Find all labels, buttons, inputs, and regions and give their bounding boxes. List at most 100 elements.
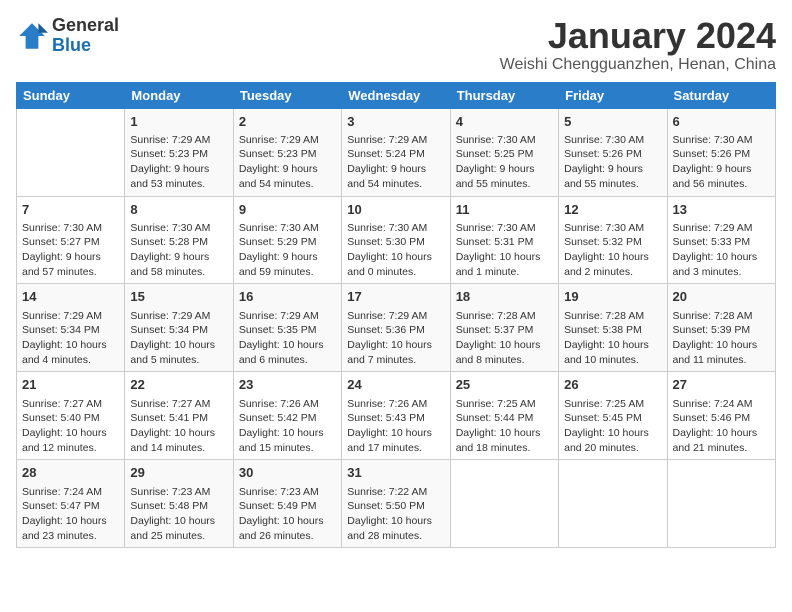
day-number: 9 <box>239 201 336 219</box>
day-number: 28 <box>22 464 119 482</box>
day-info: Sunrise: 7:28 AMSunset: 5:38 PMDaylight:… <box>564 309 661 368</box>
calendar-body: 1 Sunrise: 7:29 AMSunset: 5:23 PMDaylight… <box>17 108 776 548</box>
day-number: 4 <box>456 113 553 131</box>
calendar-cell: 14Sunrise: 7:29 AMSunset: 5:34 PMDayligh… <box>17 284 125 372</box>
calendar-week-row: 7Sunrise: 7:30 AMSunset: 5:27 PMDaylight… <box>17 196 776 284</box>
calendar-cell: 20Sunrise: 7:28 AMSunset: 5:39 PMDayligh… <box>667 284 775 372</box>
day-info: Sunrise: 7:29 AMSunset: 5:23 PMDaylight:… <box>130 133 227 192</box>
day-info: Sunrise: 7:29 AMSunset: 5:34 PMDaylight:… <box>130 309 227 368</box>
day-number: 27 <box>673 376 770 394</box>
day-number: 29 <box>130 464 227 482</box>
day-number: 16 <box>239 288 336 306</box>
calendar-cell: 2 Sunrise: 7:29 AMSunset: 5:23 PMDaylight… <box>233 108 341 196</box>
day-info: Sunrise: 7:25 AMSunset: 5:44 PMDaylight:… <box>456 397 553 456</box>
day-number: 6 <box>673 113 770 131</box>
day-info: Sunrise: 7:30 AMSunset: 5:31 PMDaylight:… <box>456 221 553 280</box>
calendar-cell: 11 Sunrise: 7:30 AMSunset: 5:31 PMDayligh… <box>450 196 558 284</box>
calendar-cell: 26 Sunrise: 7:25 AMSunset: 5:45 PMDayligh… <box>559 372 667 460</box>
day-info: Sunrise: 7:24 AMSunset: 5:47 PMDaylight:… <box>22 485 119 544</box>
day-info: Sunrise: 7:29 AMSunset: 5:24 PMDaylight:… <box>347 133 444 192</box>
day-number: 1 <box>130 113 227 131</box>
day-info: Sunrise: 7:27 AMSunset: 5:41 PMDaylight:… <box>130 397 227 456</box>
calendar-cell <box>17 108 125 196</box>
calendar-cell: 31Sunrise: 7:22 AMSunset: 5:50 PMDayligh… <box>342 460 450 548</box>
day-info: Sunrise: 7:30 AMSunset: 5:28 PMDaylight:… <box>130 221 227 280</box>
calendar-cell: 30Sunrise: 7:23 AMSunset: 5:49 PMDayligh… <box>233 460 341 548</box>
day-number: 15 <box>130 288 227 306</box>
day-number: 8 <box>130 201 227 219</box>
calendar-cell: 10 Sunrise: 7:30 AMSunset: 5:30 PMDayligh… <box>342 196 450 284</box>
day-info: Sunrise: 7:29 AMSunset: 5:23 PMDaylight:… <box>239 133 336 192</box>
calendar-cell: 22Sunrise: 7:27 AMSunset: 5:41 PMDayligh… <box>125 372 233 460</box>
calendar-cell: 4 Sunrise: 7:30 AMSunset: 5:25 PMDaylight… <box>450 108 558 196</box>
calendar-cell: 5 Sunrise: 7:30 AMSunset: 5:26 PMDaylight… <box>559 108 667 196</box>
calendar-cell: 13Sunrise: 7:29 AMSunset: 5:33 PMDayligh… <box>667 196 775 284</box>
calendar-week-row: 28 Sunrise: 7:24 AMSunset: 5:47 PMDayligh… <box>17 460 776 548</box>
calendar-week-row: 14 Sunrise: 7:29 AMSunset: 5:34 PMDayligh… <box>17 284 776 372</box>
logo-text: General Blue <box>52 16 119 56</box>
day-info: Sunrise: 7:28 AMSunset: 5:39 PMDaylight:… <box>673 309 770 368</box>
day-number: 2 <box>239 113 336 131</box>
calendar-title: January 2024 <box>500 16 776 56</box>
day-info: Sunrise: 7:29 AMSunset: 5:35 PMDaylight:… <box>239 309 336 368</box>
day-info: Sunrise: 7:23 AMSunset: 5:49 PMDaylight:… <box>239 485 336 544</box>
calendar-subtitle: Weishi Chengguanzhen, Henan, China <box>500 56 776 74</box>
day-header-wednesday: Wednesday <box>342 82 450 108</box>
calendar-cell: 25 Sunrise: 7:25 AMSunset: 5:44 PMDayligh… <box>450 372 558 460</box>
day-number: 14 <box>22 288 119 306</box>
calendar-week-row: 1 Sunrise: 7:29 AMSunset: 5:23 PMDaylight… <box>17 108 776 196</box>
calendar-cell: 21 Sunrise: 7:27 AMSunset: 5:40 PMDayligh… <box>17 372 125 460</box>
day-info: Sunrise: 7:30 AMSunset: 5:30 PMDaylight:… <box>347 221 444 280</box>
day-number: 12 <box>564 201 661 219</box>
day-info: Sunrise: 7:29 AMSunset: 5:33 PMDaylight:… <box>673 221 770 280</box>
day-info: Sunrise: 7:24 AMSunset: 5:46 PMDaylight:… <box>673 397 770 456</box>
calendar-cell: 18Sunrise: 7:28 AMSunset: 5:37 PMDayligh… <box>450 284 558 372</box>
day-number: 19 <box>564 288 661 306</box>
day-header-friday: Friday <box>559 82 667 108</box>
calendar-cell: 7Sunrise: 7:30 AMSunset: 5:27 PMDaylight… <box>17 196 125 284</box>
day-info: Sunrise: 7:30 AMSunset: 5:26 PMDaylight:… <box>673 133 770 192</box>
day-header-tuesday: Tuesday <box>233 82 341 108</box>
title-block: January 2024 Weishi Chengguanzhen, Henan… <box>500 16 776 74</box>
day-info: Sunrise: 7:30 AMSunset: 5:26 PMDaylight:… <box>564 133 661 192</box>
page-header: General Blue January 2024 Weishi Chenggu… <box>16 16 776 74</box>
day-number: 17 <box>347 288 444 306</box>
calendar-cell: 16 Sunrise: 7:29 AMSunset: 5:35 PMDayligh… <box>233 284 341 372</box>
calendar-cell: 15 Sunrise: 7:29 AMSunset: 5:34 PMDayligh… <box>125 284 233 372</box>
day-info: Sunrise: 7:23 AMSunset: 5:48 PMDaylight:… <box>130 485 227 544</box>
day-header-sunday: Sunday <box>17 82 125 108</box>
day-number: 3 <box>347 113 444 131</box>
day-number: 21 <box>22 376 119 394</box>
calendar-cell: 24 Sunrise: 7:26 AMSunset: 5:43 PMDayligh… <box>342 372 450 460</box>
day-info: Sunrise: 7:28 AMSunset: 5:37 PMDaylight:… <box>456 309 553 368</box>
calendar-cell: 9 Sunrise: 7:30 AMSunset: 5:29 PMDaylight… <box>233 196 341 284</box>
day-number: 26 <box>564 376 661 394</box>
day-number: 24 <box>347 376 444 394</box>
day-info: Sunrise: 7:22 AMSunset: 5:50 PMDaylight:… <box>347 485 444 544</box>
calendar-cell: 1 Sunrise: 7:29 AMSunset: 5:23 PMDaylight… <box>125 108 233 196</box>
day-header-monday: Monday <box>125 82 233 108</box>
calendar-cell: 17 Sunrise: 7:29 AMSunset: 5:36 PMDayligh… <box>342 284 450 372</box>
day-info: Sunrise: 7:30 AMSunset: 5:29 PMDaylight:… <box>239 221 336 280</box>
day-number: 11 <box>456 201 553 219</box>
logo-icon <box>16 20 48 52</box>
day-info: Sunrise: 7:25 AMSunset: 5:45 PMDaylight:… <box>564 397 661 456</box>
day-number: 5 <box>564 113 661 131</box>
day-info: Sunrise: 7:30 AMSunset: 5:32 PMDaylight:… <box>564 221 661 280</box>
day-info: Sunrise: 7:30 AMSunset: 5:27 PMDaylight:… <box>22 221 119 280</box>
calendar-cell: 8 Sunrise: 7:30 AMSunset: 5:28 PMDaylight… <box>125 196 233 284</box>
calendar-cell: 12 Sunrise: 7:30 AMSunset: 5:32 PMDayligh… <box>559 196 667 284</box>
calendar-cell <box>667 460 775 548</box>
calendar-cell <box>559 460 667 548</box>
calendar-cell: 23Sunrise: 7:26 AMSunset: 5:42 PMDayligh… <box>233 372 341 460</box>
day-info: Sunrise: 7:26 AMSunset: 5:42 PMDaylight:… <box>239 397 336 456</box>
day-header-saturday: Saturday <box>667 82 775 108</box>
day-info: Sunrise: 7:30 AMSunset: 5:25 PMDaylight:… <box>456 133 553 192</box>
calendar-cell: 29 Sunrise: 7:23 AMSunset: 5:48 PMDayligh… <box>125 460 233 548</box>
day-info: Sunrise: 7:26 AMSunset: 5:43 PMDaylight:… <box>347 397 444 456</box>
day-info: Sunrise: 7:29 AMSunset: 5:36 PMDaylight:… <box>347 309 444 368</box>
calendar-week-row: 21 Sunrise: 7:27 AMSunset: 5:40 PMDayligh… <box>17 372 776 460</box>
day-info: Sunrise: 7:27 AMSunset: 5:40 PMDaylight:… <box>22 397 119 456</box>
day-number: 10 <box>347 201 444 219</box>
day-number: 25 <box>456 376 553 394</box>
